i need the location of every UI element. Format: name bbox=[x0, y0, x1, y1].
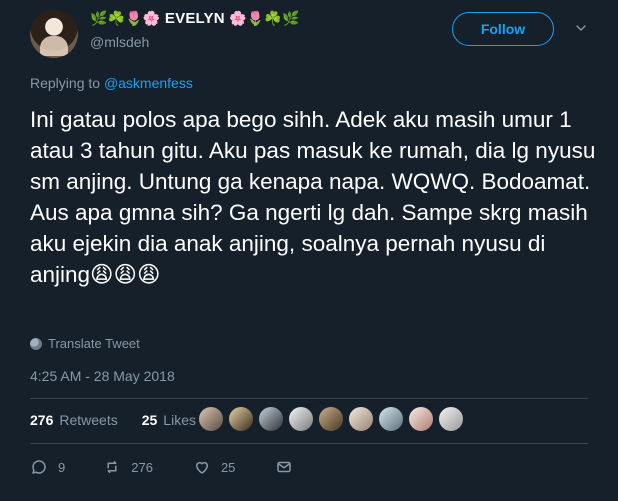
retweet-action[interactable]: 276 bbox=[103, 458, 153, 476]
translate-label: Translate Tweet bbox=[48, 336, 140, 351]
likes-label[interactable]: Likes bbox=[163, 412, 196, 428]
tweet-actions: 9 276 25 bbox=[30, 458, 293, 476]
retweets-label[interactable]: Retweets bbox=[59, 412, 117, 428]
like-action[interactable]: 25 bbox=[193, 458, 235, 476]
tweet-timestamp[interactable]: 4:25 AM - 28 May 2018 bbox=[30, 368, 175, 384]
likes-count[interactable]: 25 bbox=[142, 412, 158, 428]
globe-icon bbox=[30, 337, 42, 350]
liked-by-avatar[interactable] bbox=[437, 405, 465, 433]
display-name[interactable]: 🌿☘️🌷🌸 EVELYN 🌸🌷☘️🌿 bbox=[90, 10, 300, 27]
reply-mention-link[interactable]: @askmenfess bbox=[104, 75, 193, 91]
divider bbox=[30, 398, 588, 399]
display-name-text: EVELYN bbox=[164, 10, 225, 27]
replying-to: Replying to @askmenfess bbox=[30, 75, 193, 91]
liked-by-avatars bbox=[197, 405, 467, 437]
reply-icon bbox=[32, 460, 46, 474]
heart-icon bbox=[195, 461, 208, 474]
avatar[interactable] bbox=[30, 10, 78, 58]
handle[interactable]: @mlsdeh bbox=[90, 34, 149, 50]
replying-prefix: Replying to bbox=[30, 75, 104, 91]
translate-tweet[interactable]: Translate Tweet bbox=[30, 336, 140, 351]
envelope-icon bbox=[277, 461, 292, 473]
tweet-text: Ini gatau polos apa bego sihh. Adek aku … bbox=[30, 107, 596, 287]
liked-by-avatar[interactable] bbox=[377, 405, 405, 433]
reply-count: 9 bbox=[58, 459, 66, 475]
liked-by-avatar[interactable] bbox=[347, 405, 375, 433]
dm-action[interactable] bbox=[275, 458, 293, 476]
tweet-card: 🌿☘️🌷🌸 EVELYN 🌸🌷☘️🌿 @mlsdeh Follow Replyi… bbox=[0, 0, 618, 501]
chevron-down-icon[interactable] bbox=[573, 20, 589, 36]
liked-by-avatar[interactable] bbox=[407, 405, 435, 433]
engagement-stats: 276 Retweets 25 Likes bbox=[30, 412, 196, 428]
name-emojis-right: 🌸🌷☘️🌿 bbox=[229, 10, 300, 26]
divider bbox=[30, 443, 588, 444]
liked-by-avatar[interactable] bbox=[197, 405, 225, 433]
liked-by-avatar[interactable] bbox=[257, 405, 285, 433]
liked-by-avatar[interactable] bbox=[317, 405, 345, 433]
name-emojis-left: 🌿☘️🌷🌸 bbox=[90, 10, 161, 26]
reply-action[interactable]: 9 bbox=[30, 458, 65, 476]
like-count: 25 bbox=[220, 459, 236, 475]
liked-by-avatar[interactable] bbox=[227, 405, 255, 433]
retweet-count: 276 bbox=[131, 459, 153, 475]
retweet-icon bbox=[107, 461, 117, 473]
follow-button[interactable]: Follow bbox=[452, 12, 554, 46]
retweets-count[interactable]: 276 bbox=[30, 412, 53, 428]
liked-by-avatar[interactable] bbox=[287, 405, 315, 433]
